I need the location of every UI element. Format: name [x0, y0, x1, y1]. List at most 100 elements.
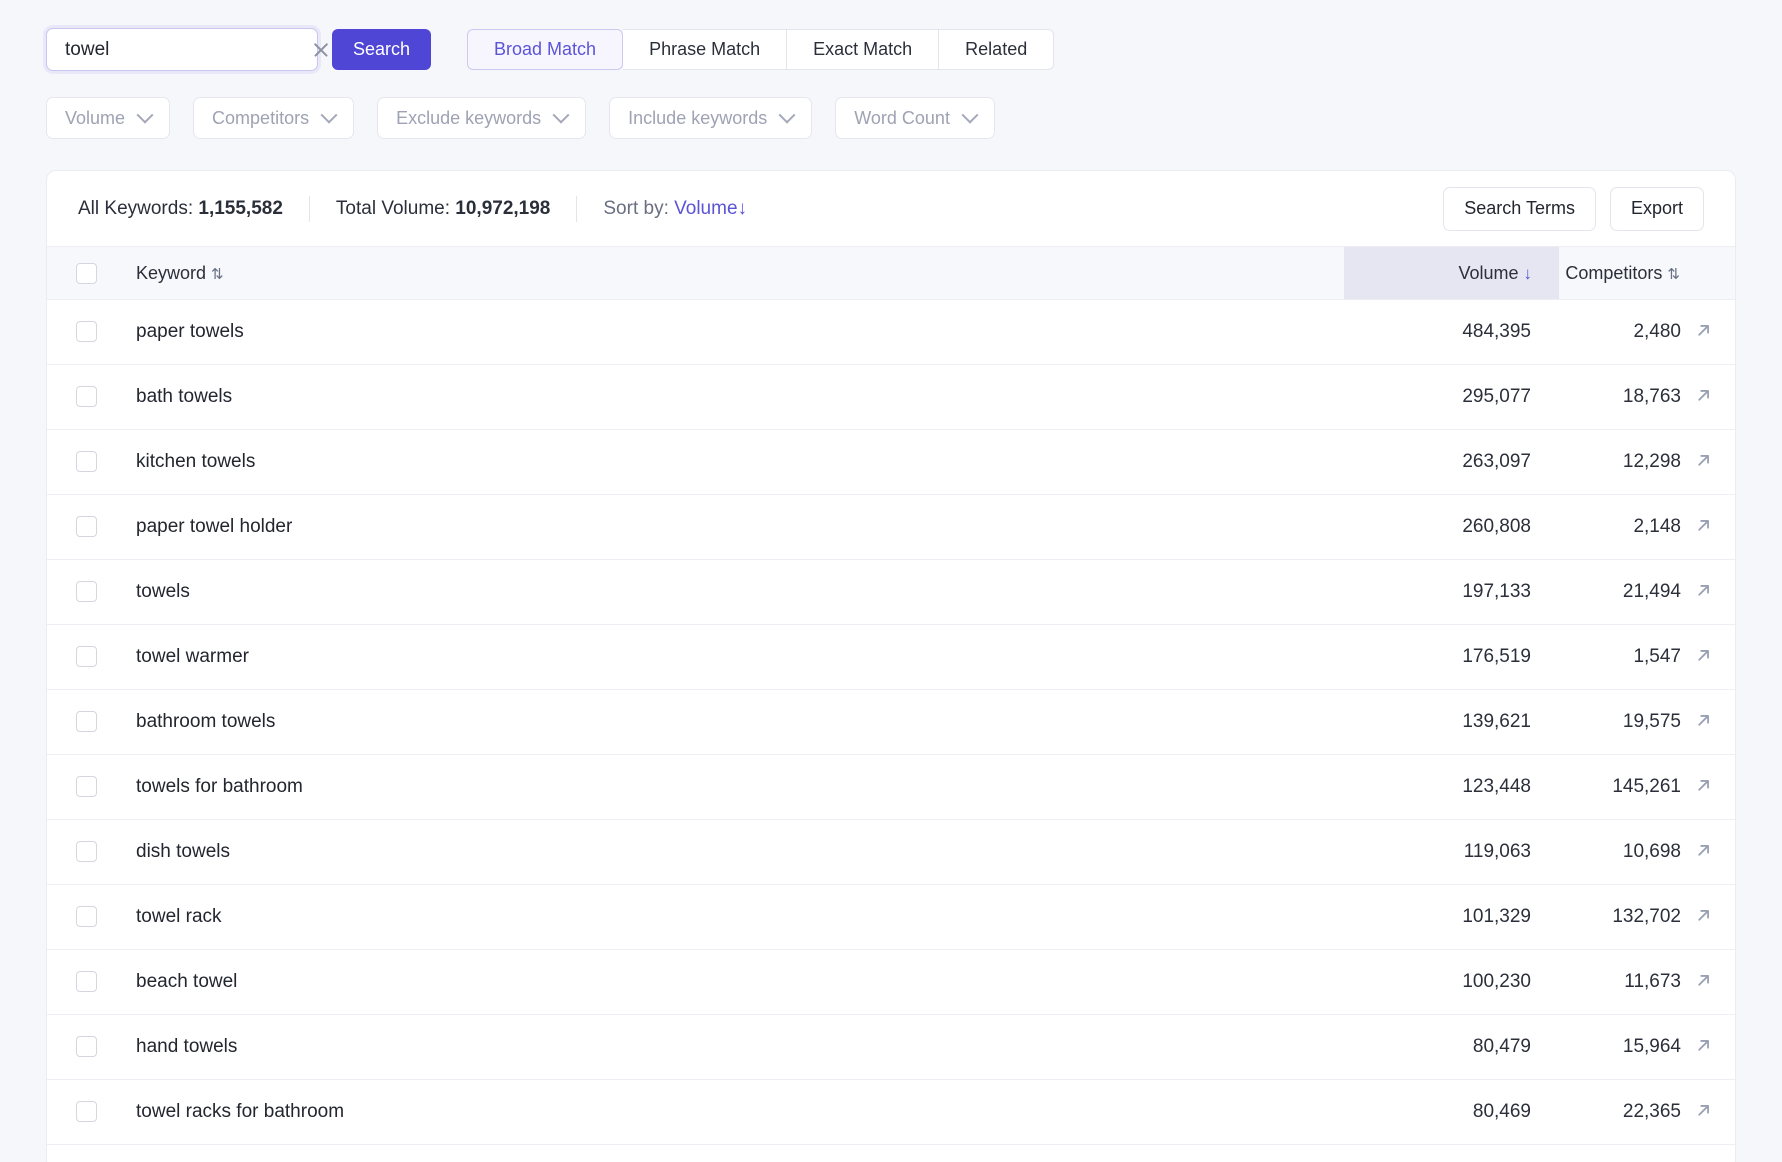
table-row[interactable]: bath towels295,07718,763 — [47, 365, 1735, 430]
keyword-cell[interactable]: paper towel holder — [125, 495, 1344, 560]
chevron-down-icon — [321, 107, 338, 124]
filter-exclude-keywords[interactable]: Exclude keywords — [377, 97, 586, 139]
chevron-down-icon — [137, 107, 154, 124]
competitors-column-header[interactable]: Competitors⇅ — [1559, 247, 1735, 300]
keywords-table: Keyword⇅ Volume↓ Competitors⇅ paper towe… — [47, 246, 1735, 1145]
table-row[interactable]: towel rack101,329 132,702 — [47, 885, 1735, 950]
all-keywords-value: 1,155,582 — [198, 198, 283, 220]
keyword-cell[interactable]: paper towels — [125, 300, 1344, 365]
select-all-checkbox[interactable] — [76, 263, 97, 284]
total-volume-value: 10,972,198 — [455, 198, 550, 220]
competitors-cell: 11,673 — [1559, 950, 1735, 1015]
keyword-cell[interactable]: towel racks for bathroom — [125, 1080, 1344, 1145]
volume-cell: 484,395 — [1344, 300, 1559, 365]
competitors-value: 145,261 — [1612, 776, 1681, 797]
table-row[interactable]: paper towel holder260,8082,148 — [47, 495, 1735, 560]
open-external-icon[interactable] — [1694, 516, 1713, 535]
table-row[interactable]: hand towels80,47915,964 — [47, 1015, 1735, 1080]
open-external-icon[interactable] — [1694, 581, 1713, 600]
table-row[interactable]: kitchen towels263,09712,298 — [47, 430, 1735, 495]
keyword-cell[interactable]: towels — [125, 560, 1344, 625]
competitors-value: 132,702 — [1612, 906, 1681, 927]
keyword-cell[interactable]: dish towels — [125, 820, 1344, 885]
divider — [576, 196, 577, 222]
row-checkbox[interactable] — [76, 776, 97, 797]
tab-related[interactable]: Related — [939, 29, 1054, 70]
sort-direction-icon: ↓ — [738, 198, 748, 219]
open-external-icon[interactable] — [1694, 321, 1713, 340]
table-row[interactable]: dish towels119,06310,698 — [47, 820, 1735, 885]
keyword-cell[interactable]: kitchen towels — [125, 430, 1344, 495]
row-checkbox[interactable] — [76, 451, 97, 472]
open-external-icon[interactable] — [1694, 711, 1713, 730]
row-checkbox[interactable] — [76, 386, 97, 407]
open-external-icon[interactable] — [1694, 906, 1713, 925]
row-checkbox[interactable] — [76, 906, 97, 927]
keyword-column-header[interactable]: Keyword⇅ — [125, 247, 1344, 300]
search-input[interactable] — [65, 39, 310, 61]
tab-broad-match[interactable]: Broad Match — [467, 29, 623, 70]
row-checkbox[interactable] — [76, 321, 97, 342]
volume-column-header[interactable]: Volume↓ — [1344, 247, 1559, 300]
competitors-value: 2,148 — [1633, 516, 1681, 537]
row-select-cell — [47, 430, 125, 495]
keyword-cell[interactable]: towel rack — [125, 885, 1344, 950]
filter-word-count[interactable]: Word Count — [835, 97, 995, 139]
row-select-cell — [47, 885, 125, 950]
volume-cell: 263,097 — [1344, 430, 1559, 495]
filter-competitors[interactable]: Competitors — [193, 97, 354, 139]
search-terms-button[interactable]: Search Terms — [1443, 187, 1596, 231]
table-row[interactable]: paper towels484,3952,480 — [47, 300, 1735, 365]
table-row[interactable]: bathroom towels139,62119,575 — [47, 690, 1735, 755]
tab-exact-match[interactable]: Exact Match — [787, 29, 939, 70]
row-select-cell — [47, 365, 125, 430]
volume-cell: 101,329 — [1344, 885, 1559, 950]
table-header-row: Keyword⇅ Volume↓ Competitors⇅ — [47, 247, 1735, 300]
open-external-icon[interactable] — [1694, 1036, 1713, 1055]
competitors-cell: 21,494 — [1559, 560, 1735, 625]
open-external-icon[interactable] — [1694, 776, 1713, 795]
table-row[interactable]: beach towel100,23011,673 — [47, 950, 1735, 1015]
export-button[interactable]: Export — [1610, 187, 1704, 231]
keyword-cell[interactable]: hand towels — [125, 1015, 1344, 1080]
keyword-cell[interactable]: bath towels — [125, 365, 1344, 430]
chevron-down-icon — [961, 107, 978, 124]
table-row[interactable]: towel racks for bathroom80,46922,365 — [47, 1080, 1735, 1145]
all-keywords-label: All Keywords: — [78, 198, 193, 220]
open-external-icon[interactable] — [1694, 1101, 1713, 1120]
clear-icon[interactable] — [310, 39, 332, 61]
row-checkbox[interactable] — [76, 1036, 97, 1057]
search-button[interactable]: Search — [332, 29, 431, 70]
row-select-cell — [47, 300, 125, 365]
row-checkbox[interactable] — [76, 1101, 97, 1122]
table-row[interactable]: towels197,13321,494 — [47, 560, 1735, 625]
row-checkbox[interactable] — [76, 516, 97, 537]
filter-volume[interactable]: Volume — [46, 97, 170, 139]
competitors-cell: 132,702 — [1559, 885, 1735, 950]
table-row[interactable]: towel warmer176,5191,547 — [47, 625, 1735, 690]
open-external-icon[interactable] — [1694, 386, 1713, 405]
competitors-cell: 10,698 — [1559, 820, 1735, 885]
row-checkbox[interactable] — [76, 581, 97, 602]
filter-include-keywords[interactable]: Include keywords — [609, 97, 812, 139]
row-checkbox[interactable] — [76, 971, 97, 992]
filter-competitors-label: Competitors — [212, 108, 309, 129]
row-select-cell — [47, 690, 125, 755]
open-external-icon[interactable] — [1694, 451, 1713, 470]
row-checkbox[interactable] — [76, 646, 97, 667]
open-external-icon[interactable] — [1694, 841, 1713, 860]
open-external-icon[interactable] — [1694, 971, 1713, 990]
keyword-cell[interactable]: beach towel — [125, 950, 1344, 1015]
keyword-cell[interactable]: bathroom towels — [125, 690, 1344, 755]
row-checkbox[interactable] — [76, 711, 97, 732]
keyword-cell[interactable]: towels for bathroom — [125, 755, 1344, 820]
competitors-value: 11,673 — [1624, 971, 1681, 992]
open-external-icon[interactable] — [1694, 646, 1713, 665]
table-row[interactable]: towels for bathroom123,448145,261 — [47, 755, 1735, 820]
sort-by-control[interactable]: Sort by: Volume↓ — [603, 198, 747, 220]
tab-phrase-match[interactable]: Phrase Match — [623, 29, 787, 70]
match-type-tabs: Broad Match Phrase Match Exact Match Rel… — [467, 29, 1054, 70]
row-checkbox[interactable] — [76, 841, 97, 862]
keyword-cell[interactable]: towel warmer — [125, 625, 1344, 690]
search-input-wrapper[interactable] — [46, 28, 318, 71]
